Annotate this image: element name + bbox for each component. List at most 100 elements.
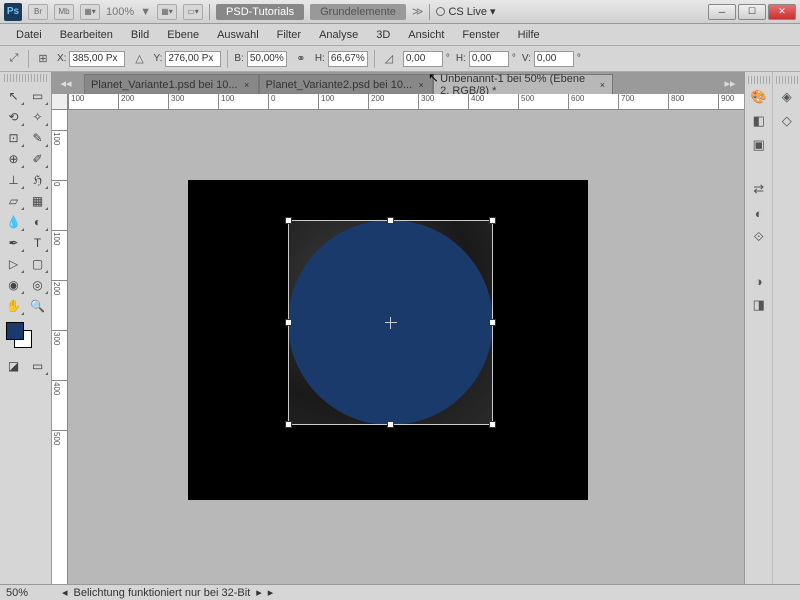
- height-input[interactable]: [328, 51, 368, 67]
- type-tool[interactable]: T: [26, 233, 49, 253]
- x-input[interactable]: [69, 51, 125, 67]
- workspace-more-icon[interactable]: ≫: [412, 5, 424, 18]
- vertical-ruler[interactable]: 1000100200300400500: [52, 110, 68, 584]
- transform-handle-ml[interactable]: [285, 319, 292, 326]
- transform-tool-icon[interactable]: ⤢: [6, 51, 22, 67]
- color-swatches[interactable]: [0, 318, 51, 354]
- status-menu-icon[interactable]: ▸: [268, 586, 274, 599]
- foreground-swatch[interactable]: [6, 322, 24, 340]
- skew-v-input[interactable]: [534, 51, 574, 67]
- transform-handle-bm[interactable]: [387, 421, 394, 428]
- panel-handle[interactable]: [748, 76, 770, 84]
- history-brush-tool[interactable]: ℌ: [26, 170, 49, 190]
- tab-planet1[interactable]: Planet_Variante1.psd bei 10...×: [84, 74, 259, 94]
- transform-handle-mr[interactable]: [489, 319, 496, 326]
- eyedropper-tool[interactable]: ✎: [26, 128, 49, 148]
- color-panel-icon[interactable]: 🎨: [748, 86, 770, 108]
- menu-hilfe[interactable]: Hilfe: [510, 26, 548, 44]
- tab-scroll-right[interactable]: ▸▸: [716, 72, 744, 94]
- wand-tool[interactable]: ✧: [26, 107, 49, 127]
- canvas-viewport[interactable]: 1002003001000100200300400500600700800900…: [52, 94, 744, 584]
- transform-handle-tm[interactable]: [387, 217, 394, 224]
- artboard[interactable]: [188, 180, 588, 500]
- status-nav-left-icon[interactable]: ◂: [62, 586, 68, 599]
- link-icon[interactable]: ⚭: [293, 51, 309, 67]
- path-select-tool[interactable]: ▷: [2, 254, 25, 274]
- paths-panel-icon[interactable]: ◇: [776, 110, 798, 132]
- lasso-tool[interactable]: ⟲: [2, 107, 25, 127]
- hand-tool[interactable]: ✋: [2, 296, 25, 316]
- workspace-grundelemente[interactable]: Grundelemente: [310, 4, 406, 20]
- minimize-button[interactable]: ─: [708, 4, 736, 20]
- menu-bild[interactable]: Bild: [123, 26, 157, 44]
- shape-tool[interactable]: ▢: [26, 254, 49, 274]
- delta-icon[interactable]: △: [131, 51, 147, 67]
- menu-ebene[interactable]: Ebene: [159, 26, 207, 44]
- zoom-dropdown-icon[interactable]: ▼: [140, 6, 151, 18]
- adjustments-panel-icon[interactable]: ⇄: [748, 178, 770, 200]
- swatches-panel-icon[interactable]: ◧: [748, 110, 770, 132]
- menu-3d[interactable]: 3D: [368, 26, 398, 44]
- layercomps-panel-icon[interactable]: ◑: [748, 270, 770, 292]
- tab-close-icon[interactable]: ×: [599, 80, 607, 90]
- menu-filter[interactable]: Filter: [269, 26, 309, 44]
- zoom-tool[interactable]: 🔍: [26, 296, 49, 316]
- skew-h-input[interactable]: [469, 51, 509, 67]
- ruler-origin[interactable]: [52, 94, 68, 110]
- arrange-docs-button[interactable]: ▦▾: [80, 4, 100, 20]
- panel-handle[interactable]: [776, 76, 798, 84]
- menu-fenster[interactable]: Fenster: [454, 26, 507, 44]
- eraser-tool[interactable]: ▱: [2, 191, 25, 211]
- styles-panel-icon[interactable]: ▣: [748, 134, 770, 156]
- dodge-tool[interactable]: ◐: [26, 212, 49, 232]
- crop-tool[interactable]: ⊡: [2, 128, 25, 148]
- reference-point-icon[interactable]: ⊞: [35, 51, 51, 67]
- channels-panel-icon[interactable]: ◨: [748, 294, 770, 316]
- tab-close-icon[interactable]: ×: [416, 80, 426, 90]
- transform-handle-bl[interactable]: [285, 421, 292, 428]
- blur-tool[interactable]: 💧: [2, 212, 25, 232]
- masks-panel-icon[interactable]: ◐: [748, 202, 770, 224]
- brush-tool[interactable]: ✐: [26, 149, 49, 169]
- marquee-tool[interactable]: ▭: [26, 86, 49, 106]
- screenmode-toggle[interactable]: ▭: [26, 356, 49, 376]
- workspace-psdtutorials[interactable]: PSD-Tutorials: [216, 4, 304, 20]
- brush-panel-icon[interactable]: ⟐: [748, 226, 770, 248]
- menu-datei[interactable]: Datei: [8, 26, 50, 44]
- bridge-button[interactable]: Br: [28, 4, 48, 20]
- move-tool[interactable]: ↖: [2, 86, 25, 106]
- close-button[interactable]: ✕: [768, 4, 796, 20]
- tab-scroll-left[interactable]: ◂◂: [52, 72, 80, 94]
- transform-center-icon[interactable]: [385, 317, 397, 329]
- stamp-tool[interactable]: ⊥: [2, 170, 25, 190]
- angle-input[interactable]: [403, 51, 443, 67]
- horizontal-ruler[interactable]: 1002003001000100200300400500600700800900…: [68, 94, 744, 110]
- menu-ansicht[interactable]: Ansicht: [400, 26, 452, 44]
- extras-button[interactable]: ▭▾: [183, 4, 203, 20]
- menu-analyse[interactable]: Analyse: [311, 26, 366, 44]
- maximize-button[interactable]: ☐: [738, 4, 766, 20]
- tab-unbenannt[interactable]: Unbenannt-1 bei 50% (Ebene 2, RGB/8) *×: [433, 74, 613, 94]
- menu-bearbeiten[interactable]: Bearbeiten: [52, 26, 121, 44]
- width-input[interactable]: [247, 51, 287, 67]
- status-zoom[interactable]: 50%: [6, 587, 56, 599]
- minibridge-button[interactable]: Mb: [54, 4, 74, 20]
- quickmask-toggle[interactable]: ◪: [2, 356, 25, 376]
- tab-close-icon[interactable]: ×: [242, 80, 252, 90]
- status-nav-right-icon[interactable]: ▸: [256, 586, 262, 599]
- 3d-tool[interactable]: ◉: [2, 275, 25, 295]
- menu-auswahl[interactable]: Auswahl: [209, 26, 267, 44]
- transform-handle-br[interactable]: [489, 421, 496, 428]
- tab-planet2[interactable]: Planet_Variante2.psd bei 10...×: [259, 74, 434, 94]
- transform-handle-tr[interactable]: [489, 217, 496, 224]
- y-input[interactable]: [165, 51, 221, 67]
- screen-mode-button[interactable]: ▦▾: [157, 4, 177, 20]
- layers-panel-icon[interactable]: ◈: [776, 86, 798, 108]
- gradient-tool[interactable]: ▦: [26, 191, 49, 211]
- transform-bounding-box[interactable]: [288, 220, 493, 425]
- panel-handle[interactable]: [4, 74, 47, 82]
- zoom-readout[interactable]: 100%: [106, 6, 134, 18]
- heal-tool[interactable]: ⊕: [2, 149, 25, 169]
- pen-tool[interactable]: ✒: [2, 233, 25, 253]
- transform-handle-tl[interactable]: [285, 217, 292, 224]
